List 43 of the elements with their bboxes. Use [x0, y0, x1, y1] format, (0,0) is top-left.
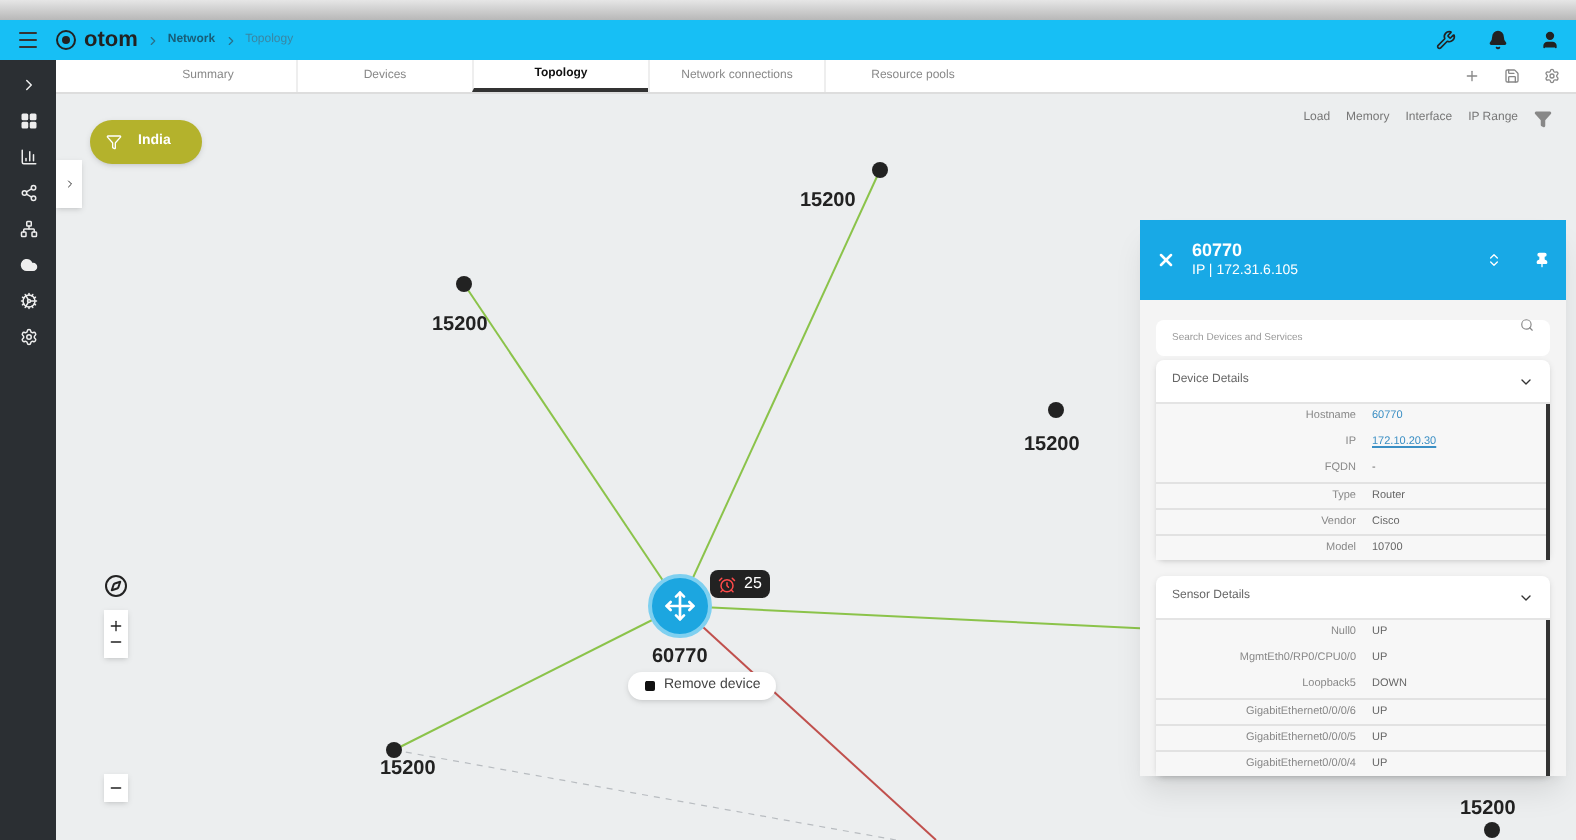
logo-icon	[56, 30, 76, 50]
collapse-button[interactable]	[104, 774, 128, 802]
collapse-icon[interactable]	[1486, 252, 1502, 268]
alarm-count: 25	[744, 572, 762, 596]
close-icon[interactable]	[1156, 250, 1176, 270]
filter-icon[interactable]	[1534, 110, 1552, 128]
site-node[interactable]	[1048, 402, 1064, 418]
node-label: 15200	[1460, 796, 1516, 824]
site-node[interactable]	[456, 276, 472, 292]
chart-icon[interactable]	[19, 148, 37, 166]
compass-icon[interactable]	[104, 574, 128, 598]
site-node[interactable]	[386, 742, 402, 758]
site-node[interactable]	[872, 162, 888, 178]
expand-icon	[63, 178, 75, 190]
alarm-badge[interactable]: 25	[710, 570, 770, 598]
app-logo: otom	[84, 25, 138, 56]
zoom-in-icon[interactable]	[108, 618, 124, 634]
node-label: 15200	[1024, 432, 1080, 460]
dashboard-icon[interactable]	[19, 112, 37, 130]
node-label: 15200	[800, 188, 856, 216]
square-icon	[644, 680, 656, 692]
breadcrumb-separator-icon	[145, 33, 160, 47]
site-node[interactable]	[1484, 822, 1500, 838]
panel-title: 60770	[1192, 242, 1245, 260]
breadcrumb-separator-icon	[223, 33, 238, 47]
tools-icon[interactable]	[1436, 30, 1456, 50]
menu-icon[interactable]	[16, 28, 40, 52]
node-label: 15200	[380, 756, 436, 784]
node-label: 15200	[432, 312, 488, 340]
save-icon[interactable]	[1504, 68, 1520, 84]
device-node[interactable]	[648, 574, 712, 638]
filter-icon	[106, 134, 122, 150]
service-icon[interactable]	[19, 292, 37, 310]
alarm-icon	[718, 575, 736, 593]
cloud-icon[interactable]	[19, 256, 37, 274]
nodes-icon[interactable]	[19, 184, 37, 202]
network-icon[interactable]	[19, 220, 37, 238]
search-icon	[1520, 318, 1534, 332]
user-icon[interactable]	[1540, 30, 1560, 50]
side-drawer-toggle[interactable]	[56, 160, 82, 208]
bell-icon[interactable]	[1488, 30, 1508, 50]
pin-icon[interactable]	[1534, 252, 1550, 268]
node-label: 60770	[652, 644, 708, 672]
